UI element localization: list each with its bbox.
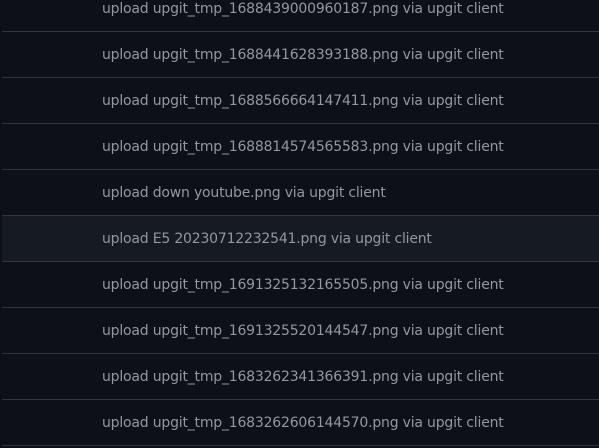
commit-row[interactable]: upload upgit_tmp_1683262341366391.png vi…: [2, 354, 599, 400]
commit-message[interactable]: upload upgit_tmp_1688566664147411.png vi…: [102, 78, 504, 124]
commit-message[interactable]: upload upgit_tmp_1688814574565583.png vi…: [102, 124, 504, 170]
commit-row[interactable]: upload upgit_tmp_1688566664147411.png vi…: [2, 78, 599, 124]
commit-message[interactable]: upload upgit_tmp_1688439000960187.png vi…: [102, 0, 504, 32]
commit-row[interactable]: upload upgit_tmp_1688814574565583.png vi…: [2, 124, 599, 170]
commit-row[interactable]: upload upgit_tmp_1691325520144547.png vi…: [2, 308, 599, 354]
commit-message[interactable]: upload upgit_tmp_1688441628393188.png vi…: [102, 32, 504, 78]
commit-row[interactable]: upload upgit_tmp_1688441628393188.png vi…: [2, 32, 599, 78]
commit-list: upload upgit_tmp_1688439000960187.png vi…: [0, 0, 599, 446]
commit-message[interactable]: upload upgit_tmp_1683262606144570.png vi…: [102, 400, 504, 446]
commit-message[interactable]: upload E5 20230712232541.png via upgit c…: [102, 216, 432, 262]
commit-row-hovered[interactable]: upload E5 20230712232541.png via upgit c…: [2, 216, 599, 262]
commit-row[interactable]: upload upgit_tmp_1683262606144570.png vi…: [2, 400, 599, 446]
commit-row[interactable]: upload upgit_tmp_1688439000960187.png vi…: [2, 0, 599, 32]
commit-message[interactable]: upload upgit_tmp_1691325132165505.png vi…: [102, 262, 504, 308]
commit-message[interactable]: upload upgit_tmp_1683262341366391.png vi…: [102, 354, 504, 400]
commit-row[interactable]: upload upgit_tmp_1691325132165505.png vi…: [2, 262, 599, 308]
commit-message[interactable]: upload upgit_tmp_1691325520144547.png vi…: [102, 308, 504, 354]
commit-row[interactable]: upload down youtube.png via upgit client: [2, 170, 599, 216]
commit-message[interactable]: upload down youtube.png via upgit client: [102, 170, 386, 216]
